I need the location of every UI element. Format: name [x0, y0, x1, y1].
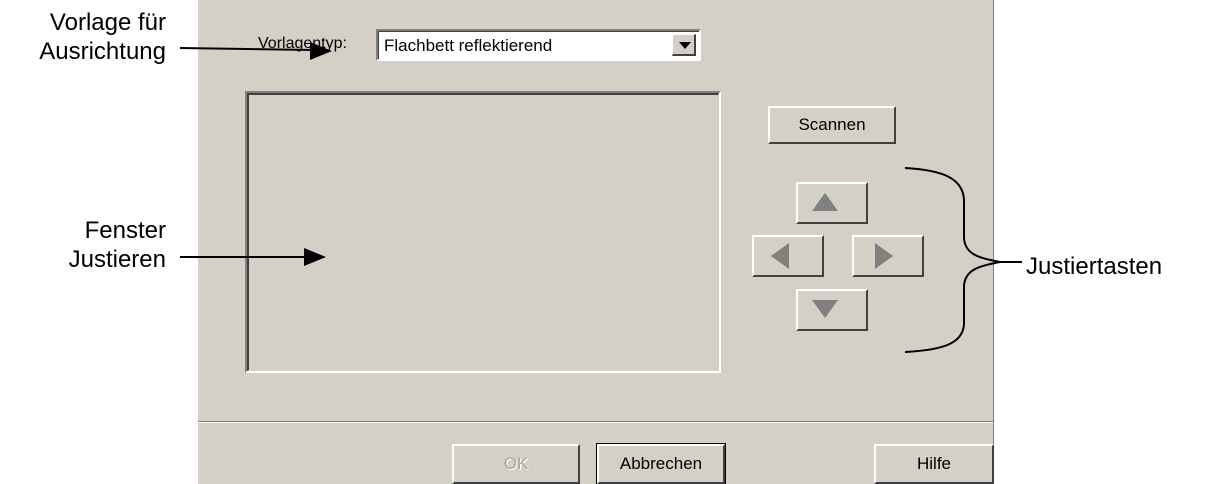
- annotation-layer: [179, 42, 1022, 353]
- window-callout-arrowhead: [304, 248, 326, 266]
- template-callout-arrowhead: [310, 42, 332, 60]
- template-callout-arrow-line: [179, 47, 315, 51]
- adjust-keys-bracket: [904, 167, 1001, 353]
